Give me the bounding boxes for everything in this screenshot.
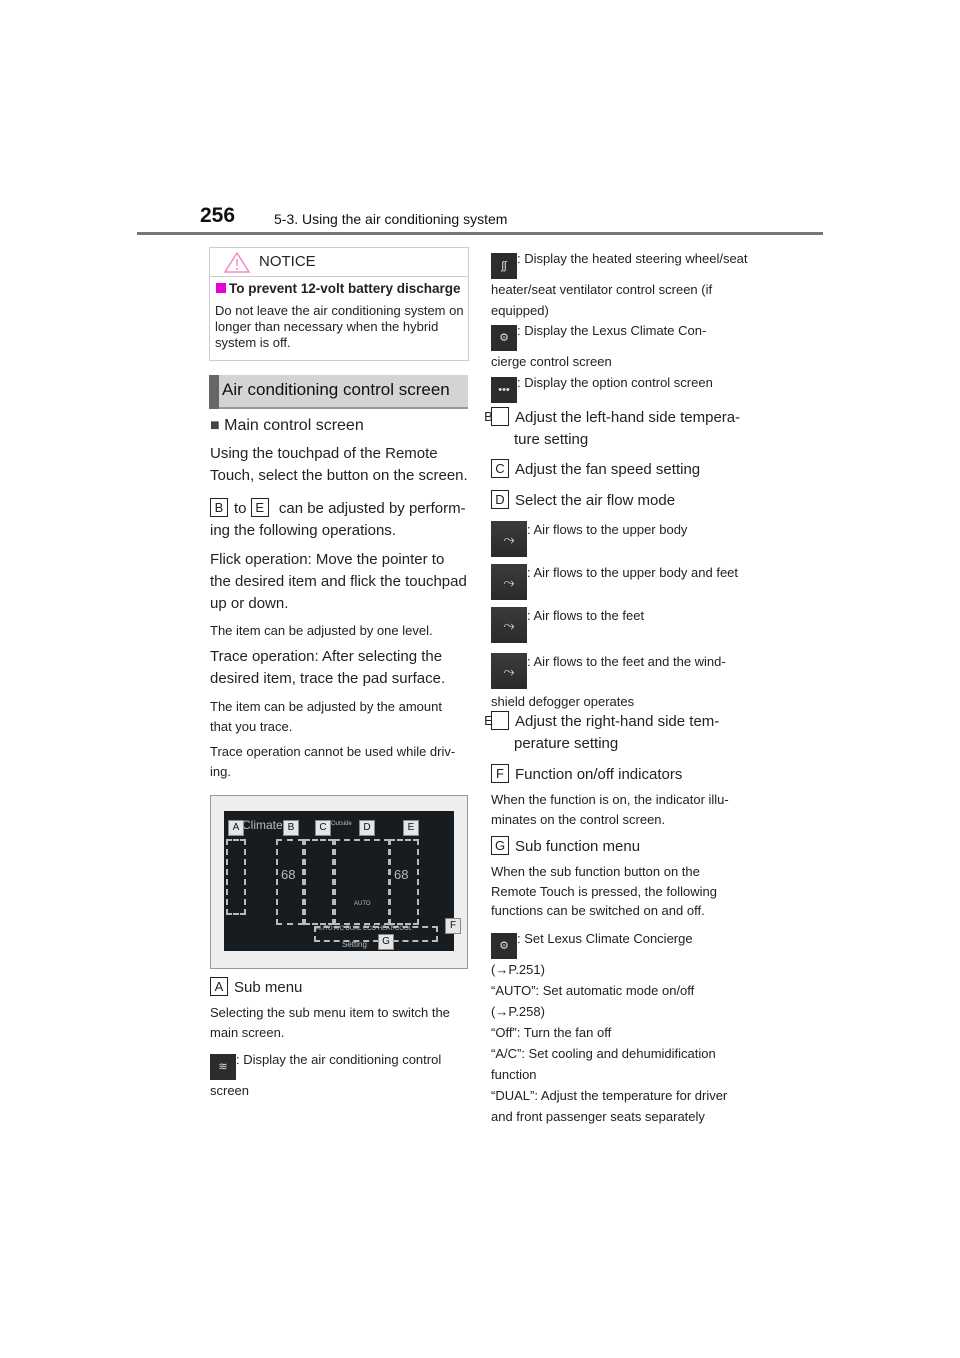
paragraph: Bto E can be adjusted by perform-ing the…: [210, 498, 466, 539]
page-number: 256: [200, 204, 236, 227]
seat-heater-icon: ʃʃ: [491, 253, 517, 279]
icon-desc: ʃʃ: Display the heated steering wheel/se…: [491, 251, 748, 318]
section-title-bar: Air conditioning control screen: [209, 375, 468, 409]
airflow-upper-icon: ⤳: [491, 521, 527, 557]
section-header: 5-3. Using the air conditioning system: [274, 211, 508, 227]
air-flow-feet: ⤳: Air flows to the feet: [491, 606, 644, 643]
item-g: G Sub function menu: [491, 836, 640, 858]
paragraph: Flick operation: Move the pointer to the…: [210, 551, 467, 612]
air-flow-upper-feet: ⤳: Air flows to the upper body and feet: [491, 563, 738, 600]
item-f: F Function on/off indicators: [491, 764, 682, 786]
item-f-desc: When the function is on, the indicator i…: [491, 792, 729, 827]
notice-body: Do not leave the air conditioning system…: [215, 303, 464, 350]
climate-concierge-icon: ⚙: [491, 325, 517, 351]
item-a-desc: Selecting the sub menu item to switch th…: [210, 1005, 450, 1040]
icon-desc: ≋: Display the air conditioning control …: [210, 1052, 442, 1098]
notice-title: To prevent 12-volt battery discharge: [216, 281, 461, 296]
notice-label: NOTICE: [259, 253, 316, 270]
air-flow-feet-defog: ⤳: Air flows to the feet and the wind-sh…: [491, 653, 726, 709]
warning-icon: [224, 251, 250, 273]
airflow-feet-defog-icon: ⤳: [491, 653, 527, 689]
bullet-square-icon: [216, 283, 226, 293]
paragraph: Trace operation: After selecting the des…: [210, 648, 446, 687]
item-d: D Select the air flow mode: [491, 490, 675, 512]
sub-function-list: ⚙: Set Lexus Climate Concierge (→P.251) …: [491, 931, 728, 1124]
subheading: ■ Main control screen: [210, 417, 364, 434]
section-title: Air conditioning control screen: [222, 380, 450, 399]
item-g-desc: When the sub function button on the Remo…: [491, 864, 717, 918]
item-b: B Adjust the left-hand side tempera-ture …: [484, 407, 741, 448]
airflow-feet-icon: ⤳: [491, 607, 527, 643]
paragraph: Using the touchpad of the Remote Touch, …: [210, 445, 468, 484]
icon-desc: •••: Display the option control screen: [491, 373, 751, 403]
more-options-icon: •••: [491, 377, 517, 403]
header-rule: [137, 232, 823, 235]
air-conditioning-icon: ≋: [210, 1054, 236, 1080]
airflow-upper-feet-icon: ⤳: [491, 564, 527, 600]
climate-concierge-icon: ⚙: [491, 933, 517, 959]
notice-box: NOTICE To prevent 12-volt battery discha…: [209, 247, 469, 361]
item-e: E Adjust the right-hand side tem-perature…: [484, 711, 720, 752]
item-c: C Adjust the fan speed setting: [491, 459, 700, 481]
item-a-title: A Sub menu: [210, 977, 302, 999]
control-screen-illustration: Climate Outside 68 68 AUTO AUTO A/C DUAL…: [210, 795, 468, 969]
note: The item can be adjusted by the amount t…: [210, 699, 442, 734]
manual-page: 256 5-3. Using the air conditioning syst…: [0, 0, 960, 1358]
icon-desc: ⚙: Display the Lexus Climate Con-cierge …: [491, 323, 707, 369]
air-flow-upper: ⤳: Air flows to the upper body: [491, 520, 687, 557]
note: The item can be adjusted by one level.: [210, 623, 433, 638]
note: Trace operation cannot be used while dri…: [210, 744, 456, 779]
